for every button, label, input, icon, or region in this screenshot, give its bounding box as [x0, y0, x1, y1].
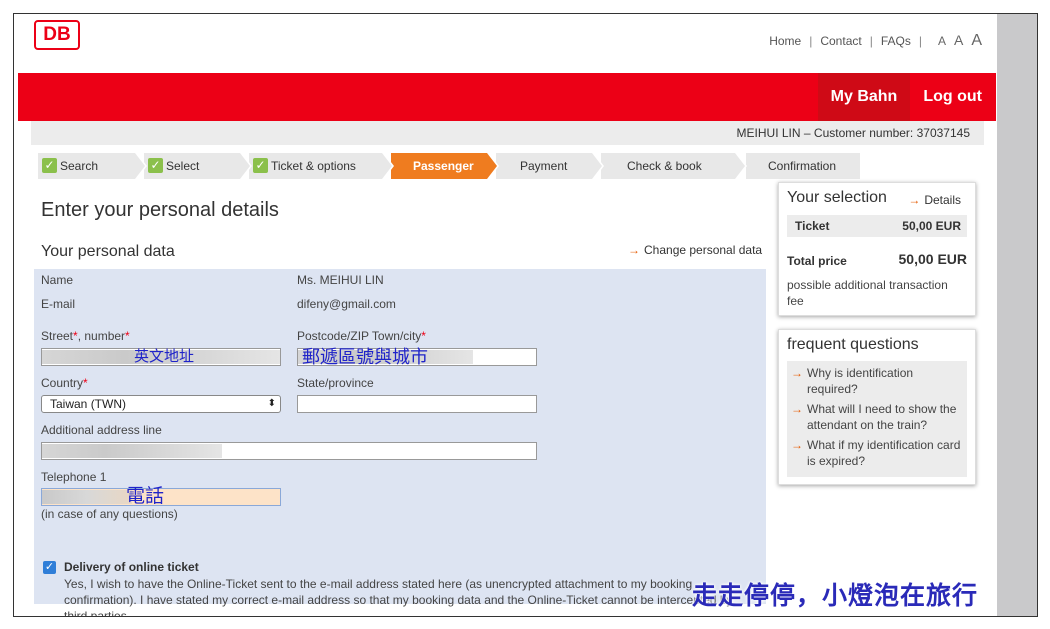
country-value: Taiwan (TWN) — [50, 397, 127, 411]
check-icon: ✓ — [42, 158, 57, 173]
postcode-label: Postcode/ZIP Town/city* — [297, 329, 426, 343]
telephone-hint: (in case of any questions) — [41, 507, 178, 521]
fee-note: possible additional transaction fee — [787, 278, 948, 308]
faq-item[interactable]: → What if my identification card is expir… — [791, 437, 961, 469]
step-ticket-options[interactable]: ✓ Ticket & options — [249, 153, 394, 179]
step-label: Ticket & options — [271, 159, 356, 173]
personal-data-form: Name Ms. MEIHUI LIN E-mail difeny@gmail.… — [34, 269, 766, 616]
arrow-right-icon: → — [791, 402, 803, 416]
name-label: Name — [41, 273, 74, 287]
log-out-button[interactable]: Log out — [923, 73, 982, 121]
street-annotation: 英文地址 — [134, 347, 195, 365]
step-check-book: Check & book — [601, 153, 747, 179]
email-label: E-mail — [41, 297, 76, 311]
section-title: Your personal data — [41, 243, 175, 260]
font-size-medium[interactable]: A — [954, 32, 963, 48]
ticket-row: Ticket 50,00 EUR — [787, 215, 967, 237]
state-input[interactable] — [297, 395, 537, 413]
header-bar: My Bahn Log out — [18, 73, 996, 121]
content-area: MEIHUI LIN – Customer number: 37037145 ✓… — [31, 121, 984, 616]
country-label: Country* — [41, 376, 88, 390]
step-payment: Payment — [496, 153, 604, 179]
my-bahn-button[interactable]: My Bahn — [818, 73, 910, 121]
arrow-right-icon: → — [791, 438, 803, 452]
font-size-small[interactable]: A — [938, 34, 946, 48]
state-label: State/province — [297, 376, 374, 390]
nav-contact[interactable]: Contact — [820, 34, 861, 48]
page-title: Enter your personal details — [41, 199, 279, 221]
details-label: Details — [924, 193, 961, 207]
nav-home[interactable]: Home — [769, 34, 801, 48]
total-price-label: Total price — [787, 254, 847, 268]
country-select[interactable]: Taiwan (TWN) ⬍ — [41, 395, 281, 413]
ticket-label: Ticket — [795, 219, 830, 233]
change-personal-data-link[interactable]: → Change personal data — [628, 243, 762, 257]
top-nav: Home | Contact | FAQs | A A A — [769, 32, 982, 50]
browser-frame: DB Home | Contact | FAQs | A A A My Bahn… — [13, 13, 1038, 617]
step-label: Passenger — [413, 159, 474, 173]
postcode-annotation: 郵遞區號與城市 — [302, 347, 428, 368]
watermark: 走走停停，小燈泡在旅行 — [692, 581, 979, 610]
total-price-value: 50,00 EUR — [898, 251, 967, 267]
step-select[interactable]: ✓ Select — [144, 153, 252, 179]
step-search[interactable]: ✓ Search — [38, 153, 147, 179]
right-gutter — [997, 14, 1037, 616]
street-label: Street*, number* — [41, 329, 130, 343]
faq-item-label: What will I need to show the attendant o… — [807, 402, 957, 432]
arrow-right-icon: → — [628, 243, 640, 257]
step-confirmation: Confirmation — [746, 153, 860, 179]
step-label: Payment — [520, 159, 568, 173]
ticket-price: 50,00 EUR — [902, 219, 961, 233]
font-size-large[interactable]: A — [971, 32, 982, 50]
check-icon: ✓ — [148, 158, 163, 173]
db-logo[interactable]: DB — [34, 20, 80, 50]
email-value: difeny@gmail.com — [297, 297, 396, 311]
check-icon: ✓ — [253, 158, 268, 173]
redacted-value — [42, 490, 132, 504]
step-label: Confirmation — [768, 159, 837, 173]
change-link-label: Change personal data — [644, 243, 763, 257]
arrow-right-icon: → — [908, 193, 921, 207]
booking-panel: ✓ Search ✓ Select ✓ Ticket & options Pas… — [31, 145, 984, 616]
faq-box: frequent questions → Why is identificatio… — [778, 329, 976, 485]
delivery-text: Yes, I wish to have the Online-Ticket se… — [64, 577, 733, 617]
your-selection-box: Your selection → Details Ticket 50,00 EUR… — [778, 182, 976, 316]
faq-item[interactable]: → What will I need to show the attendant … — [791, 401, 961, 433]
details-link[interactable]: → Details — [908, 193, 961, 207]
faq-list: → Why is identification required? → What w… — [787, 361, 967, 477]
nav-separator: | — [809, 34, 813, 48]
name-value: Ms. MEIHUI LIN — [297, 273, 384, 287]
arrow-right-icon: → — [791, 366, 803, 380]
faq-item-label: Why is identification required? — [807, 366, 914, 396]
page: DB Home | Contact | FAQs | A A A My Bahn… — [18, 14, 996, 616]
phone-annotation: 電話 — [126, 485, 165, 507]
nav-separator: | — [869, 34, 873, 48]
faq-item-label: What if my identification card is expire… — [807, 438, 961, 468]
faq-item[interactable]: → Why is identification required? — [791, 365, 961, 397]
nav-separator: | — [918, 34, 922, 48]
step-passenger: Passenger — [391, 153, 499, 179]
select-arrows-icon: ⬍ — [267, 398, 276, 409]
additional-address-input[interactable] — [41, 442, 537, 460]
additional-address-label: Additional address line — [41, 423, 162, 437]
selection-title: Your selection — [787, 189, 887, 206]
customer-info: MEIHUI LIN – Customer number: 37037145 — [31, 121, 984, 145]
delivery-checkbox[interactable]: ✓ — [43, 561, 56, 574]
nav-faqs[interactable]: FAQs — [881, 34, 911, 48]
step-label: Select — [166, 159, 200, 173]
faq-title: frequent questions — [787, 336, 919, 353]
telephone-label: Telephone 1 — [41, 470, 107, 484]
step-label: Check & book — [627, 159, 702, 173]
step-label: Search — [60, 159, 99, 173]
redacted-value — [42, 444, 222, 458]
delivery-title: Delivery of online ticket — [64, 560, 199, 574]
